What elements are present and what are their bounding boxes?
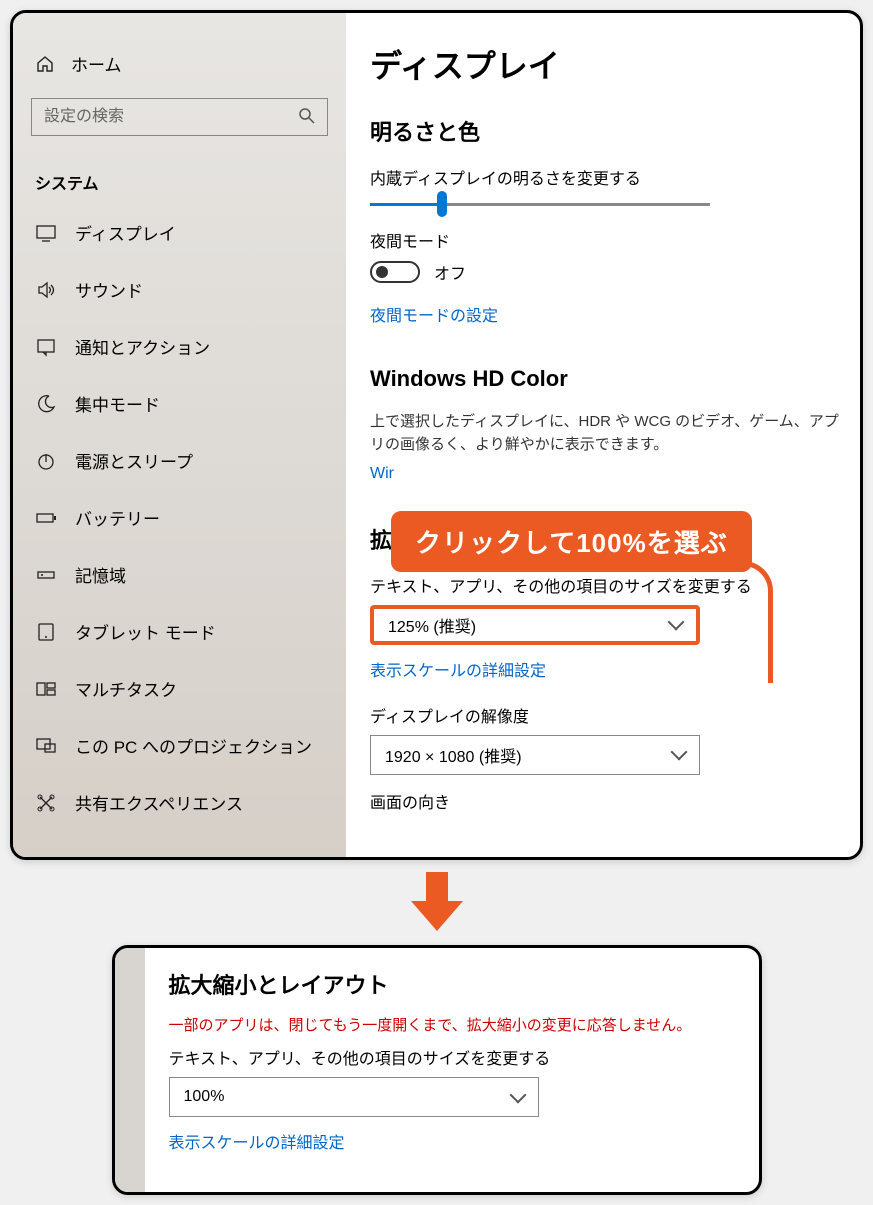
- sidebar-item-label: マルチタスク: [75, 676, 177, 701]
- search-container: [31, 98, 328, 136]
- sidebar-item-display[interactable]: ディスプレイ: [13, 204, 346, 261]
- home-label: ホーム: [71, 51, 122, 76]
- hd-color-heading: Windows HD Color: [370, 366, 850, 392]
- multitask-icon: [35, 678, 57, 700]
- chevron-down-icon: [671, 744, 688, 761]
- search-icon: [298, 107, 316, 125]
- scale-advanced-link-after[interactable]: 表示スケールの詳細設定: [169, 1129, 735, 1153]
- scale-dropdown[interactable]: 125% (推奨): [370, 605, 700, 645]
- chevron-down-icon: [509, 1086, 526, 1103]
- search-input[interactable]: [31, 98, 328, 136]
- annotation-callout: クリックして100%を選ぶ: [391, 511, 752, 572]
- toggle-knob: [376, 266, 388, 278]
- hd-color-link[interactable]: Wir: [370, 465, 850, 483]
- hd-color-description: 上で選択したディスプレイに、HDR や WCG のビデオ、ゲーム、アプリの画像る…: [370, 410, 850, 457]
- sidebar-item-label: この PC へのプロジェクション: [75, 733, 312, 758]
- page-title: ディスプレイ: [370, 41, 850, 87]
- moon-icon: [35, 393, 57, 415]
- night-mode-state: オフ: [434, 260, 466, 284]
- scale-value: 125% (推奨): [388, 613, 476, 637]
- home-button[interactable]: ホーム: [13, 43, 346, 92]
- scale-label: テキスト、アプリ、その他の項目のサイズを変更する: [370, 573, 850, 597]
- sidebar-item-label: 電源とスリープ: [75, 448, 193, 473]
- night-mode-settings-link[interactable]: 夜間モードの設定: [370, 302, 850, 326]
- projection-icon: [35, 735, 57, 757]
- resolution-value: 1920 × 1080 (推奨): [385, 743, 522, 767]
- sidebar: ホーム システム ディスプレイ サウンド 通知とアクション 集中モード 電源とス: [13, 13, 346, 857]
- annotation-connector: [723, 561, 773, 683]
- home-icon: [35, 54, 55, 74]
- resolution-dropdown[interactable]: 1920 × 1080 (推奨): [370, 735, 700, 775]
- sidebar-item-label: 共有エクスペリエンス: [75, 790, 243, 815]
- main-content-after: 拡大縮小とレイアウト 一部のアプリは、閉じてもう一度開くまで、拡大縮小の変更に応…: [145, 948, 759, 1192]
- arrow-down-icon: [10, 872, 863, 931]
- storage-icon: [35, 564, 57, 586]
- resolution-label: ディスプレイの解像度: [370, 703, 850, 727]
- sidebar-item-notifications[interactable]: 通知とアクション: [13, 318, 346, 375]
- battery-icon: [35, 507, 57, 529]
- display-icon: [35, 222, 57, 244]
- chevron-down-icon: [668, 614, 685, 631]
- settings-window-before: ホーム システム ディスプレイ サウンド 通知とアクション 集中モード 電源とス: [10, 10, 863, 860]
- sidebar-item-power[interactable]: 電源とスリープ: [13, 432, 346, 489]
- sidebar-item-storage[interactable]: 記憶域: [13, 546, 346, 603]
- brightness-heading: 明るさと色: [370, 115, 850, 147]
- brightness-label: 内蔵ディスプレイの明るさを変更する: [370, 165, 850, 189]
- brightness-slider[interactable]: [370, 203, 710, 206]
- sidebar-section-label: システム: [13, 154, 346, 204]
- sidebar-item-label: サウンド: [75, 277, 143, 302]
- sidebar-item-shared[interactable]: 共有エクスペリエンス: [13, 774, 346, 831]
- sidebar-item-label: タブレット モード: [75, 619, 216, 644]
- sidebar-item-label: 通知とアクション: [75, 334, 210, 359]
- scale-advanced-link[interactable]: 表示スケールの詳細設定: [370, 657, 850, 681]
- night-mode-label: 夜間モード: [370, 228, 850, 252]
- sidebar-item-sound[interactable]: サウンド: [13, 261, 346, 318]
- sidebar-item-label: 記憶域: [75, 562, 126, 587]
- sidebar-item-label: ディスプレイ: [75, 220, 176, 245]
- sidebar-item-multitask[interactable]: マルチタスク: [13, 660, 346, 717]
- slider-thumb[interactable]: [437, 191, 447, 217]
- scale-label-after: テキスト、アプリ、その他の項目のサイズを変更する: [169, 1045, 735, 1069]
- sidebar-item-focus[interactable]: 集中モード: [13, 375, 346, 432]
- main-content: ディスプレイ 明るさと色 内蔵ディスプレイの明るさを変更する 夜間モード オフ …: [346, 13, 860, 857]
- sidebar-stub: [115, 948, 145, 1192]
- sidebar-item-tablet[interactable]: タブレット モード: [13, 603, 346, 660]
- tablet-icon: [35, 621, 57, 643]
- share-icon: [35, 792, 57, 814]
- scale-warning: 一部のアプリは、閉じてもう一度開くまで、拡大縮小の変更に応答しません。: [169, 1014, 735, 1035]
- sidebar-item-label: バッテリー: [75, 505, 160, 530]
- power-icon: [35, 450, 57, 472]
- sound-icon: [35, 279, 57, 301]
- slider-fill: [370, 203, 442, 206]
- scale-value-after: 100%: [184, 1088, 225, 1106]
- settings-window-after: 拡大縮小とレイアウト 一部のアプリは、閉じてもう一度開くまで、拡大縮小の変更に応…: [112, 945, 762, 1195]
- scale-dropdown-after[interactable]: 100%: [169, 1077, 539, 1117]
- orientation-label: 画面の向き: [370, 789, 850, 813]
- sidebar-item-projection[interactable]: この PC へのプロジェクション: [13, 717, 346, 774]
- notification-icon: [35, 336, 57, 358]
- scale-heading-after: 拡大縮小とレイアウト: [169, 968, 735, 1000]
- sidebar-item-label: 集中モード: [75, 391, 160, 416]
- night-mode-toggle[interactable]: [370, 261, 420, 283]
- sidebar-item-battery[interactable]: バッテリー: [13, 489, 346, 546]
